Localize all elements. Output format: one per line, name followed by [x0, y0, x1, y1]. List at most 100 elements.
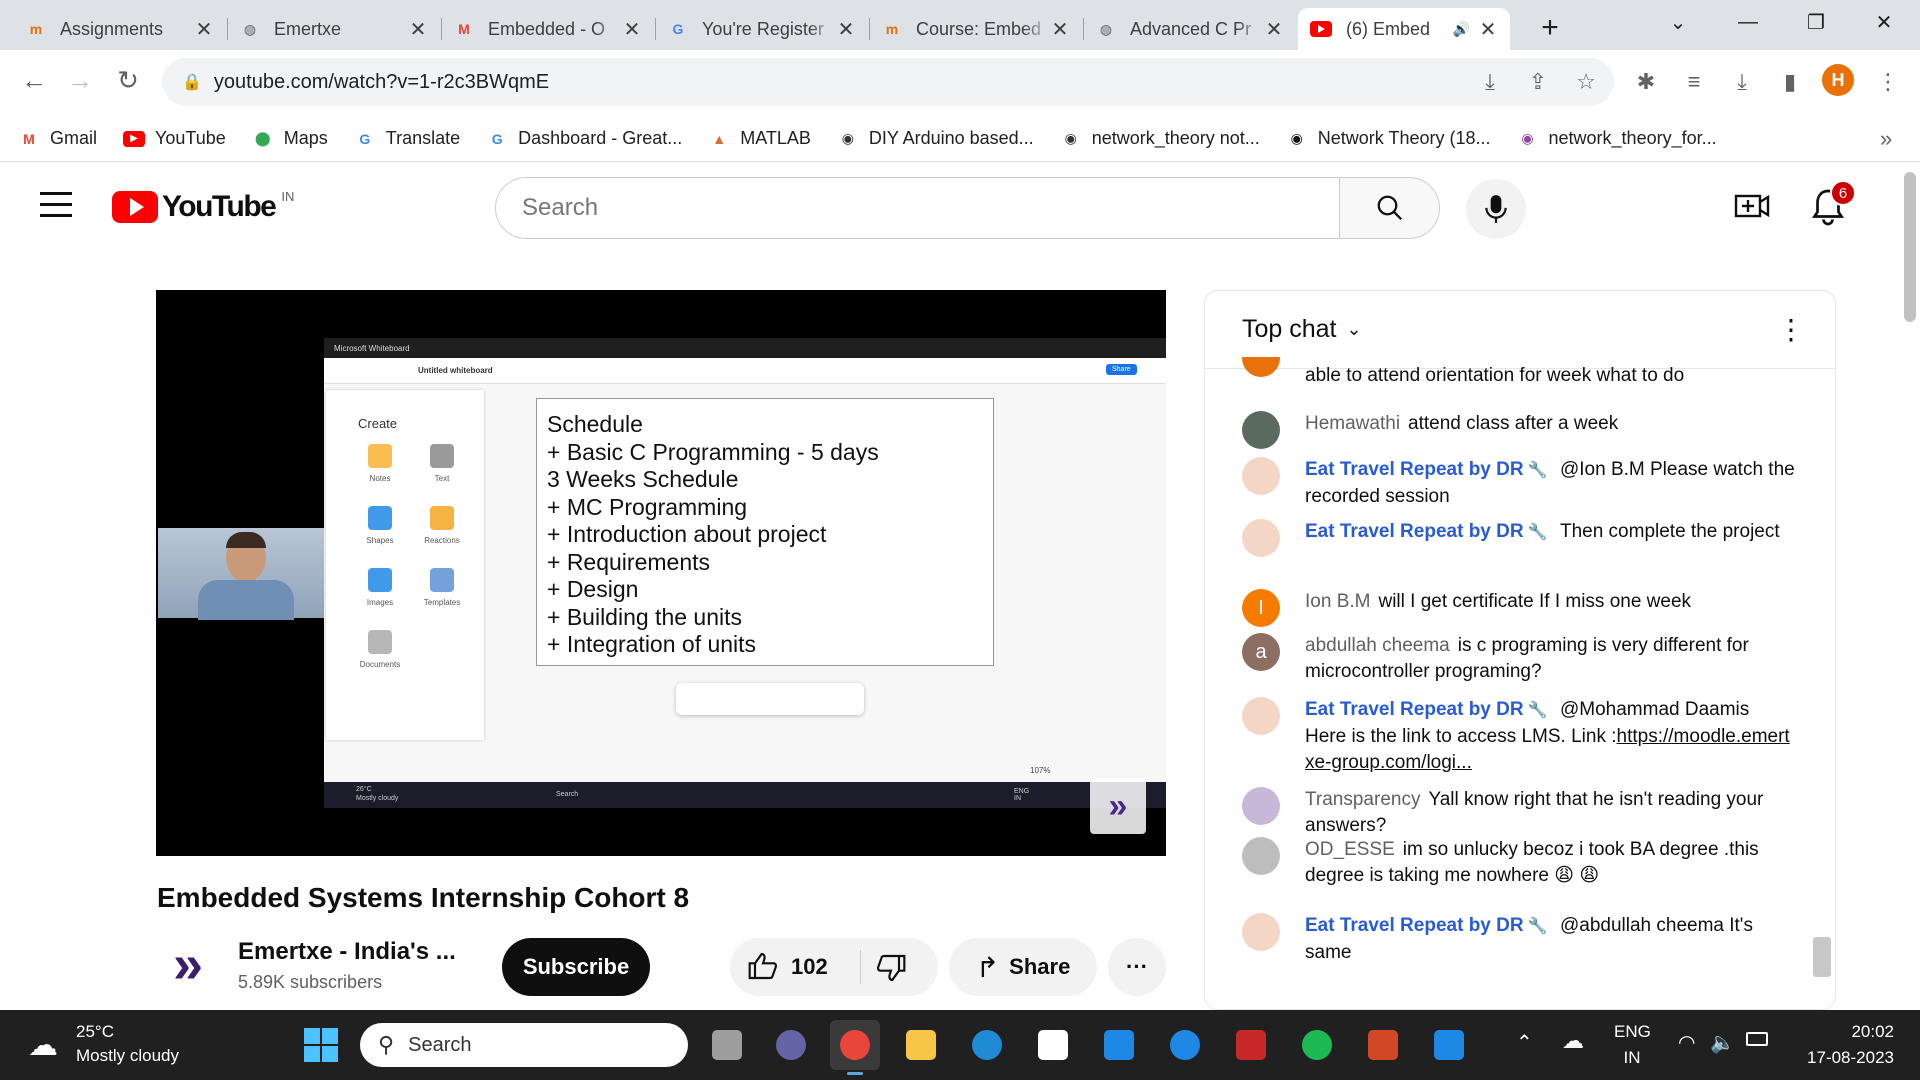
taskbar-search-box[interactable]: ⚲ Search	[360, 1023, 688, 1067]
close-tab-icon[interactable]: ✕	[622, 17, 642, 42]
chat-avatar[interactable]	[1242, 697, 1280, 735]
chevron-down-icon[interactable]: ⌄	[1347, 319, 1362, 340]
file-explorer-icon[interactable]	[896, 1020, 946, 1070]
reload-icon[interactable]: ↻	[108, 60, 148, 100]
media-control-icon[interactable]: ≡	[1676, 64, 1712, 100]
taskbar-time[interactable]: 20:02	[1830, 1022, 1894, 1042]
wifi-icon[interactable]: ◠	[1678, 1030, 1695, 1055]
edge-icon[interactable]	[962, 1020, 1012, 1070]
chat-avatar[interactable]: a	[1242, 633, 1280, 671]
bookmark-7[interactable]: ◉ network_theory not...	[1060, 128, 1260, 150]
more-actions-button[interactable]: ···	[1108, 938, 1166, 996]
microsoft-store-icon[interactable]	[1028, 1020, 1078, 1070]
volume-icon[interactable]: 🔈	[1710, 1030, 1735, 1055]
bookmark-1[interactable]: ▶ YouTube	[123, 128, 226, 149]
chat-menu-icon[interactable]: ⋮	[1777, 313, 1805, 346]
chrome-icon[interactable]	[830, 1020, 880, 1070]
downloads-icon[interactable]: ⤓	[1724, 64, 1760, 100]
chat-avatar[interactable]	[1242, 411, 1280, 449]
share-page-icon[interactable]: ⇪	[1520, 64, 1556, 100]
close-window-icon[interactable]: ✕	[1856, 0, 1912, 44]
onedrive-icon[interactable]: ☁	[1562, 1028, 1584, 1054]
tab-search-icon[interactable]: ⌄	[1650, 0, 1706, 44]
tab-0[interactable]: m Assignments ✕	[14, 8, 226, 50]
dislike-button[interactable]	[875, 952, 909, 986]
restore-icon[interactable]: ❐	[1788, 0, 1844, 44]
close-tab-icon[interactable]: ✕	[836, 17, 856, 42]
chat-author[interactable]: Transparency	[1305, 789, 1420, 810]
myhp-icon[interactable]	[1094, 1020, 1144, 1070]
mcafee-icon[interactable]	[1226, 1020, 1276, 1070]
chat-author[interactable]: Ion B.M	[1305, 591, 1370, 612]
close-tab-icon[interactable]: ✕	[1478, 17, 1498, 42]
bookmark-star-icon[interactable]: ☆	[1568, 64, 1604, 100]
taskbar-weather-desc[interactable]: Mostly cloudy	[76, 1046, 179, 1066]
forward-icon[interactable]: →	[60, 60, 100, 100]
close-tab-icon[interactable]: ✕	[1264, 17, 1284, 42]
close-tab-icon[interactable]: ✕	[1050, 17, 1070, 42]
new-tab-button[interactable]: +	[1532, 10, 1568, 46]
chat-author[interactable]: OD_ESSE	[1305, 839, 1395, 860]
profile-avatar[interactable]: H	[1822, 64, 1854, 96]
side-panel-icon[interactable]: ▮	[1772, 64, 1808, 100]
tab-audio-icon[interactable]: 🔊	[1453, 21, 1470, 38]
bookmark-2[interactable]: ⬤ Maps	[252, 128, 328, 150]
bookmark-6[interactable]: ◉ DIY Arduino based...	[837, 128, 1034, 150]
chat-author[interactable]: Hemawathi	[1305, 413, 1400, 434]
chat-avatar[interactable]	[1242, 357, 1280, 377]
chat-avatar[interactable]	[1242, 837, 1280, 875]
bookmark-3[interactable]: G Translate	[354, 128, 460, 150]
search-button[interactable]	[1339, 177, 1440, 239]
chat-avatar[interactable]: I	[1242, 589, 1280, 627]
share-button[interactable]: ↱ Share	[949, 938, 1097, 996]
search-input[interactable]: Search	[495, 177, 1340, 239]
bookmark-4[interactable]: G Dashboard - Great...	[486, 128, 683, 150]
back-icon[interactable]: ←	[14, 60, 54, 100]
like-button[interactable]	[747, 950, 781, 984]
subscribe-button[interactable]: Subscribe	[502, 938, 650, 996]
taskbar-weather-temp[interactable]: 25°C	[76, 1022, 114, 1042]
channel-watermark-logo[interactable]: »	[1090, 778, 1146, 834]
more-bookmarks-icon[interactable]: »	[1880, 126, 1892, 152]
voice-search-button[interactable]	[1466, 179, 1526, 239]
menu-kebab-icon[interactable]: ⋮	[1870, 64, 1906, 100]
chat-avatar[interactable]	[1242, 913, 1280, 951]
tab-2[interactable]: M Embedded - O ✕	[442, 8, 654, 50]
powerpoint-icon[interactable]	[1358, 1020, 1408, 1070]
bookmark-0[interactable]: M Gmail	[18, 128, 97, 150]
bookmark-5[interactable]: ▲ MATLAB	[708, 128, 811, 150]
close-tab-icon[interactable]: ✕	[194, 17, 214, 42]
tab-3[interactable]: G You're Register ✕	[656, 8, 868, 50]
channel-name[interactable]: Emertxe - India's ...	[238, 938, 456, 966]
chat-author[interactable]: Eat Travel Repeat by DR	[1305, 459, 1524, 480]
create-video-button[interactable]	[1734, 188, 1770, 224]
bookmark-9[interactable]: ◉ network_theory_for...	[1517, 128, 1716, 150]
chat-author[interactable]: Eat Travel Repeat by DR	[1305, 699, 1524, 720]
task-view-icon[interactable]	[702, 1020, 752, 1070]
teams-meet-icon[interactable]	[766, 1020, 816, 1070]
youtube-logo[interactable]: YouTube IN	[112, 189, 294, 224]
help-icon[interactable]	[1160, 1020, 1210, 1070]
bookmark-8[interactable]: ◉ Network Theory (18...	[1286, 128, 1491, 150]
language-indicator[interactable]: ENG IN	[1614, 1022, 1651, 1068]
chat-author[interactable]: Eat Travel Repeat by DR	[1305, 915, 1524, 936]
chat-scrollbar[interactable]	[1813, 937, 1831, 977]
tab-6[interactable]: (6) Embed 🔊 ✕	[1298, 8, 1510, 50]
chat-avatar[interactable]	[1242, 519, 1280, 557]
windows-start-icon[interactable]	[296, 1020, 346, 1070]
hamburger-menu-icon[interactable]	[40, 192, 72, 218]
chat-mode-selector[interactable]: Top chat	[1242, 315, 1337, 344]
chat-author[interactable]: Eat Travel Repeat by DR	[1305, 521, 1524, 542]
video-player[interactable]: Microsoft Whiteboard Untitled whiteboard…	[156, 290, 1166, 856]
address-bar[interactable]: 🔒 youtube.com/watch?v=1-r2c3BWqmE	[162, 58, 1614, 106]
tab-5[interactable]: ◍ Advanced C Pr ✕	[1084, 8, 1296, 50]
chat-avatar[interactable]	[1242, 457, 1280, 495]
install-app-icon[interactable]: ⤓	[1472, 64, 1508, 100]
chat-author[interactable]: abdullah cheema	[1305, 635, 1450, 656]
spotify-icon[interactable]	[1292, 1020, 1342, 1070]
tab-1[interactable]: ◍ Emertxe ✕	[228, 8, 440, 50]
close-tab-icon[interactable]: ✕	[408, 17, 428, 42]
page-scrollbar[interactable]	[1904, 172, 1916, 322]
channel-avatar[interactable]: »	[163, 936, 213, 992]
tab-4[interactable]: m Course: Embed ✕	[870, 8, 1082, 50]
